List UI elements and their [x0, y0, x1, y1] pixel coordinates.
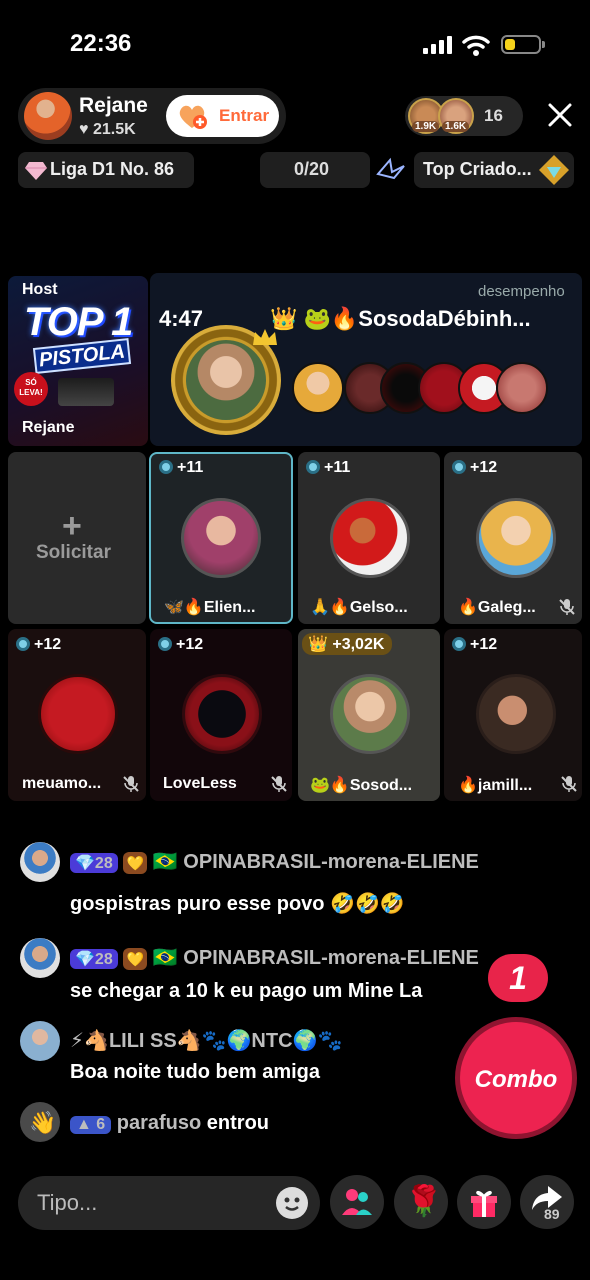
- guest-name: LoveLess: [163, 775, 237, 792]
- guest-name: meuamo...: [22, 775, 102, 792]
- host-card-graphic: [58, 378, 114, 406]
- chat-username[interactable]: ⚡🐴LILI SS🐴🐾🌍NTC🌍🐾: [70, 1028, 342, 1053]
- muted-mic-icon: [271, 776, 287, 792]
- battery-nub: [542, 41, 545, 48]
- chat-message: se chegar a 10 k eu pago um Mine La: [70, 980, 423, 1002]
- combo-counter: 1: [488, 954, 548, 1002]
- guest-avatar[interactable]: [181, 498, 261, 578]
- viewer-badge: 1.6K: [442, 121, 470, 132]
- battery-icon: [501, 35, 541, 54]
- guest-score-badge: +11: [159, 459, 203, 477]
- guest-score-badge: +12: [16, 636, 61, 654]
- leader-avatar[interactable]: [186, 340, 266, 420]
- guest-score-badge: +11: [306, 459, 350, 477]
- guest-avatar[interactable]: [330, 498, 410, 578]
- chat-avatar[interactable]: [20, 1021, 60, 1061]
- crown-icon: [253, 329, 277, 345]
- muted-mic-icon: [123, 776, 139, 792]
- chat-message: gospistras puro esse povo 🤣🤣🤣: [70, 893, 405, 915]
- heart-plus-icon: [179, 105, 207, 129]
- rose-icon: 🌹: [405, 1185, 443, 1218]
- chat-avatar[interactable]: [20, 842, 60, 882]
- status-time: 22:36: [70, 30, 132, 57]
- heart-badge-icon: 💛: [123, 852, 148, 874]
- host-card-badge: SÓ LEVA!: [14, 372, 48, 406]
- battle-leader-name: 👑 🐸🔥SosodaDébinh...: [270, 306, 531, 331]
- guest-score-badge: +12: [452, 636, 497, 654]
- guest-avatar[interactable]: [38, 674, 118, 754]
- diamond-icon: [25, 162, 47, 180]
- top-creators-label: Top Criado...: [423, 159, 532, 179]
- request-seat-label: Solicitar: [36, 542, 111, 563]
- muted-mic-icon: [561, 776, 577, 792]
- viewer-count: 16: [484, 106, 503, 125]
- viewer-badge: 1.9K: [412, 121, 440, 132]
- league-label: Liga D1 No. 86: [50, 159, 175, 179]
- host-tag: Host: [22, 281, 58, 298]
- comment-placeholder: Tipo...: [37, 1190, 98, 1215]
- emoji-face: [284, 1197, 300, 1211]
- chat-message: Boa noite tudo bem amiga: [70, 1061, 321, 1083]
- combo-label: Combo: [474, 1066, 558, 1093]
- host-avatar[interactable]: [24, 92, 72, 140]
- chat-username[interactable]: 💎28 💛 🇧🇷 OPINABRASIL-morena-ELIENE: [70, 945, 479, 970]
- guest-avatar[interactable]: [182, 674, 262, 754]
- guest-avatar[interactable]: [476, 498, 556, 578]
- guest-score-badge: 👑 +3,02K: [302, 633, 393, 655]
- gem-level-badge: 💎28: [70, 853, 118, 873]
- guest-name: 🐸🔥Sosod...: [310, 777, 413, 794]
- host-likes-count: ♥ 21.5K: [79, 121, 136, 138]
- share-count: 89: [544, 1206, 560, 1222]
- performance-label: desempenho: [478, 283, 565, 300]
- chat-username[interactable]: 💎28 💛 🇧🇷 OPINABRASIL-morena-ELIENE: [70, 849, 479, 874]
- wifi-icon: [462, 35, 490, 56]
- battle-participant-avatar[interactable]: [496, 362, 548, 414]
- gift-icon: [471, 1190, 497, 1217]
- muted-mic-icon: [559, 599, 575, 615]
- plus-icon: +: [62, 507, 82, 545]
- guest-avatar[interactable]: [330, 674, 410, 754]
- seats-count: 0/20: [294, 159, 330, 179]
- paper-crane-icon: [376, 157, 405, 180]
- host-card-name: Rejane: [22, 419, 75, 436]
- battle-timer: 4:47: [159, 306, 204, 331]
- chat-avatar[interactable]: [20, 938, 60, 978]
- guest-name: 🔥jamill...: [458, 777, 533, 794]
- guest-score-badge: +12: [158, 636, 203, 654]
- host-name: Rejane: [79, 94, 148, 117]
- guest-name: 🦋🔥Elien...: [164, 599, 256, 616]
- guest-name: 🙏🔥Gelso...: [310, 599, 408, 616]
- cellular-signal-icon: [423, 36, 452, 54]
- close-icon[interactable]: [546, 101, 574, 129]
- join-button-label: Entrar: [219, 106, 270, 125]
- guest-avatar[interactable]: [476, 674, 556, 754]
- gem-level-badge: 💎28: [70, 949, 118, 969]
- guest-name: 🔥Galeg...: [458, 599, 536, 616]
- diamond-rank-icon: [539, 155, 569, 185]
- heart-badge-icon: 💛: [123, 948, 148, 970]
- guest-score-badge: +12: [452, 459, 497, 477]
- wave-hand-glyph: 👋: [29, 1110, 57, 1135]
- battle-participant-avatar[interactable]: [292, 362, 344, 414]
- level-badge: ▲ 6: [70, 1116, 112, 1134]
- join-notification: ▲ 6 parafuso entrou: [70, 1112, 269, 1135]
- people-icon: [342, 1189, 372, 1215]
